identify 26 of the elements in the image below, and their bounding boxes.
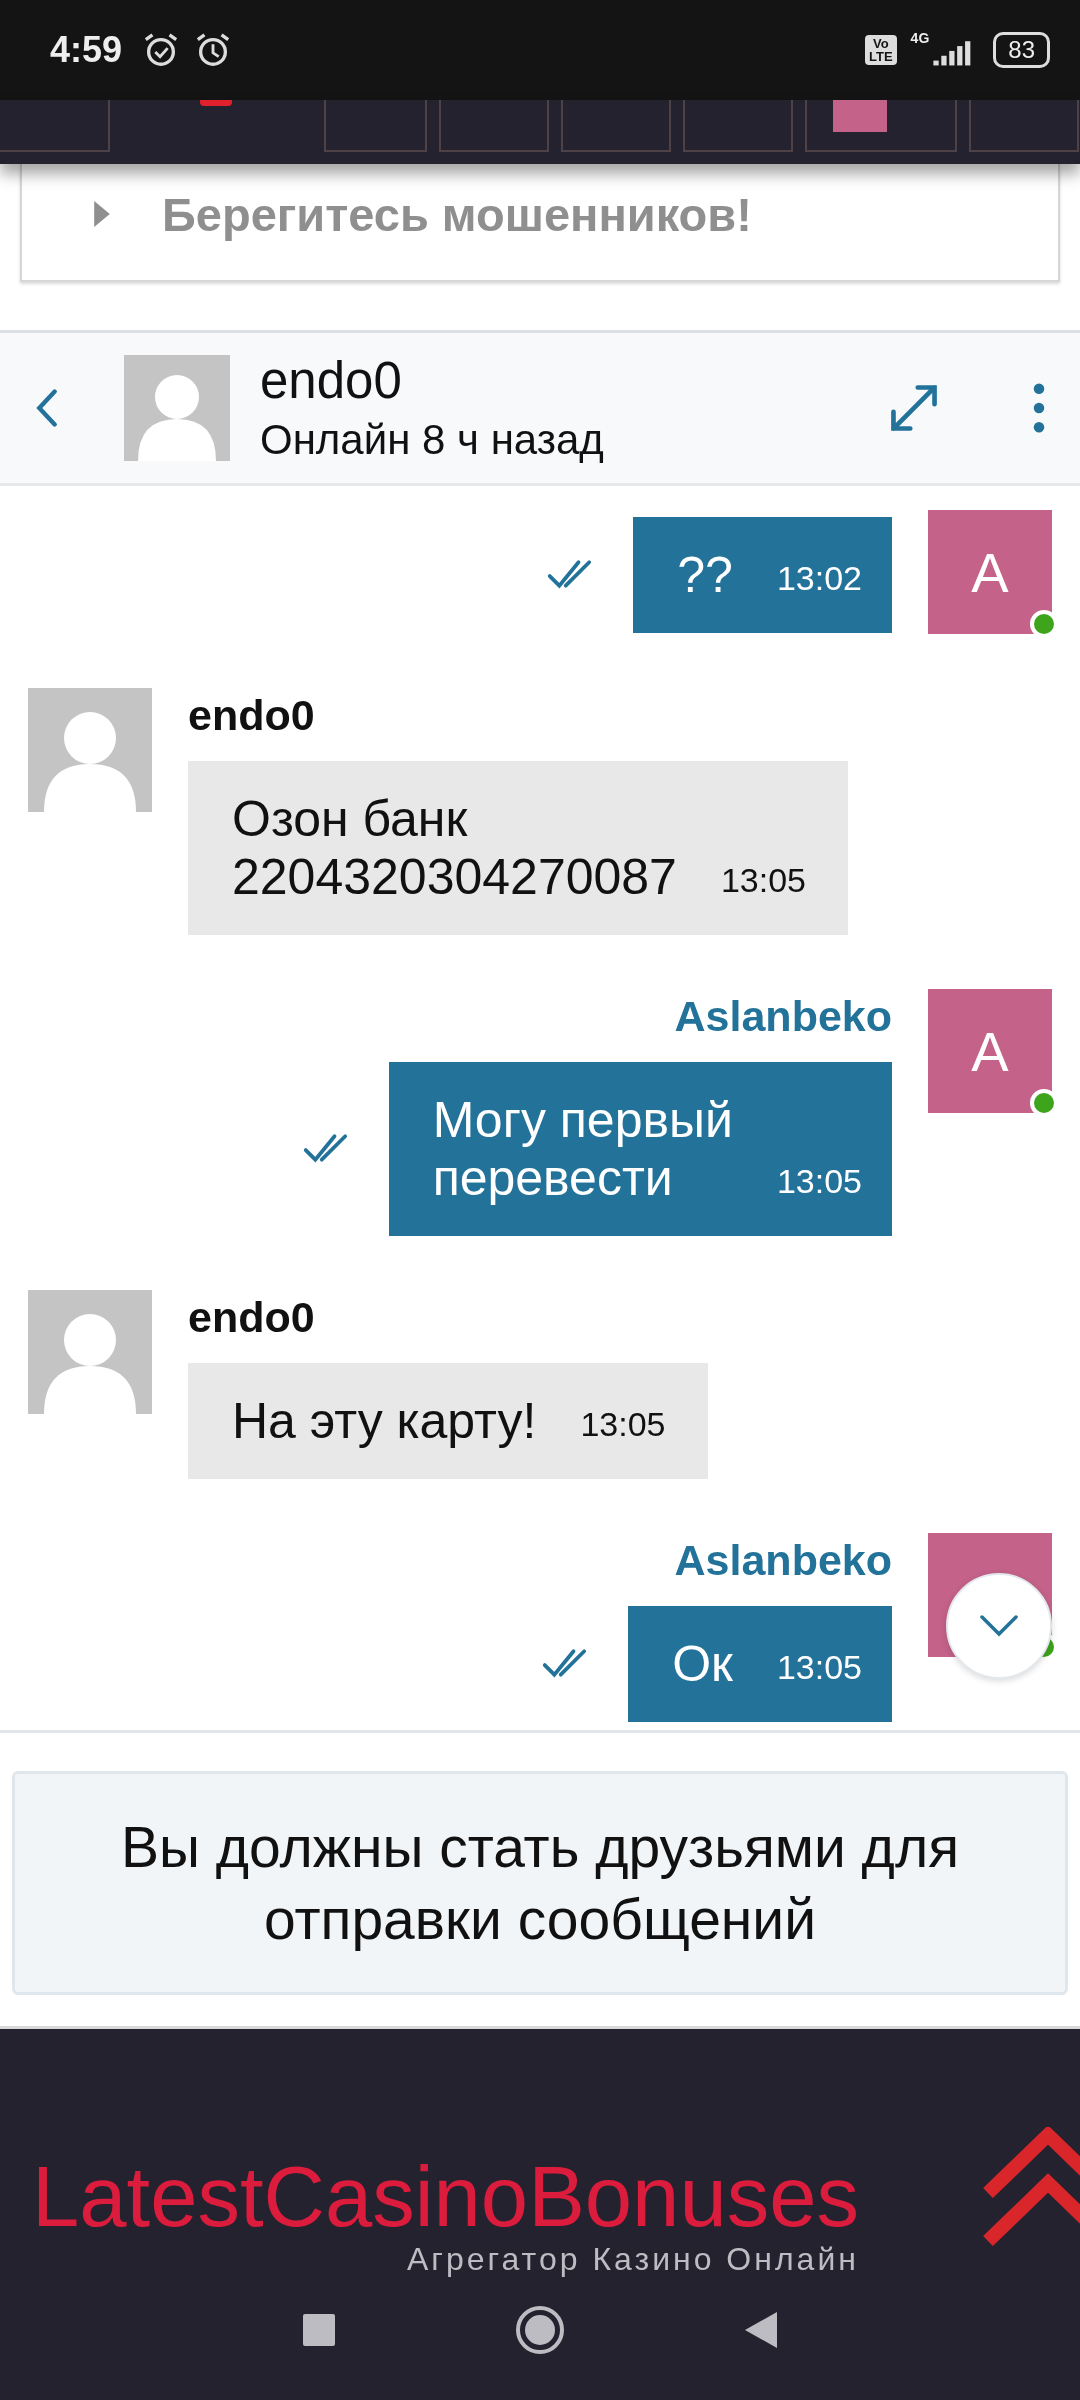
sender-name: Aslanbeko [674,1535,892,1585]
expand-triangle-icon [94,201,110,227]
message-bubble: На эту карту! 13:05 [188,1363,708,1479]
notice-message: Вы должны стать друзьями для отправки сообщений [12,1771,1068,1995]
message-bubble: Озон банк 2204320304270087 13:05 [188,761,848,935]
message-bubble: Ок 13:05 [628,1606,892,1722]
back-icon[interactable] [36,388,58,428]
message-bubble: ?? 13:02 [633,517,892,633]
contact-name: endo0 [260,353,403,409]
recents-icon[interactable] [301,2312,337,2348]
volte-indicator: Vo LTE [865,35,897,65]
home-icon[interactable] [515,2305,565,2355]
message-bubble: Могу первый перевести 13:05 [388,1062,892,1236]
battery-indicator: 83 [993,32,1050,68]
network-type: 4G [910,30,930,46]
back-triangle-icon[interactable] [743,2310,779,2350]
clock-time: 4:59 [50,29,123,71]
site-logo[interactable]: LatestCasinoBonuses [32,2153,859,2241]
warning-card[interactable]: Берегитесь мошенников! [20,164,1060,282]
site-tagline: Агрегатор Казино Онлайн [406,2241,859,2277]
chevron-down-icon [979,1614,1019,1638]
sender-name: endo0 [188,690,315,740]
sender-name: endo0 [188,1292,315,1342]
sender-name: Aslanbeko [674,991,892,1041]
contact-status: Онлайн 8 ч назад [260,417,604,463]
warning-title: Берегитесь мошенников! [162,186,752,242]
